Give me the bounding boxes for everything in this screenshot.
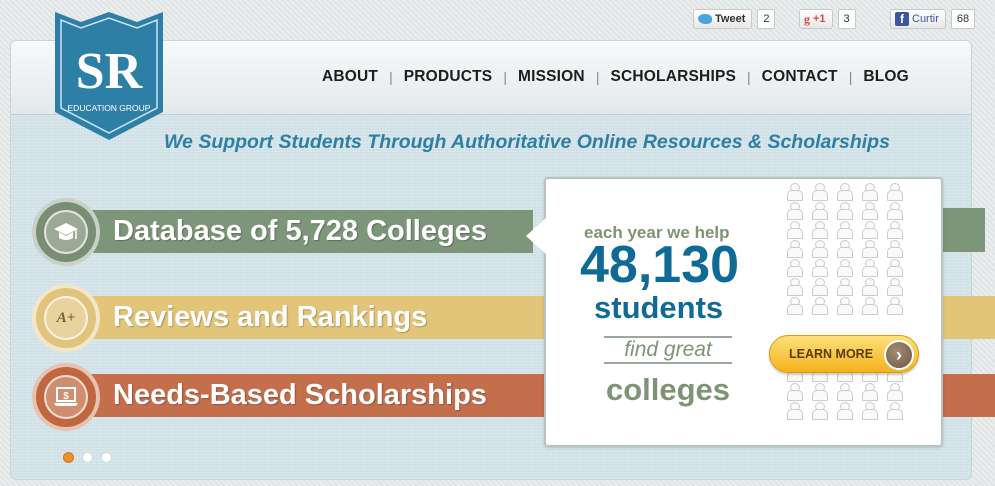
carousel-dot-2[interactable] [82, 452, 93, 463]
feature-reviews-badge: A+ [32, 284, 100, 352]
person-icon [884, 278, 904, 296]
person-icon [884, 221, 904, 239]
person-icon [834, 402, 854, 420]
person-icon [884, 183, 904, 201]
feature-scholarships-badge: $ [32, 363, 100, 431]
person-icon [784, 278, 804, 296]
nav-scholarships[interactable]: SCHOLARSHIPS [610, 68, 736, 86]
person-icon [784, 383, 804, 401]
sr-education-group-logo[interactable]: SR EDUCATION GROUP [55, 12, 163, 140]
learn-more-button[interactable]: LEARN MORE › [769, 335, 919, 373]
person-icon [809, 221, 829, 239]
nav-about[interactable]: ABOUT [322, 68, 378, 86]
person-icon [809, 240, 829, 258]
gplus-widget: g +1 3 [799, 9, 856, 29]
feature-scholarships-label: Needs-Based Scholarships [113, 379, 487, 411]
person-icon [809, 383, 829, 401]
person-icon [784, 183, 804, 201]
nav-products[interactable]: PRODUCTS [404, 68, 493, 86]
colleges-text: colleges [605, 372, 731, 407]
logo-subtitle: EDUCATION GROUP [68, 103, 151, 113]
tagline: We Support Students Through Authoritativ… [164, 131, 890, 153]
facebook-like-button[interactable]: f Curtir [890, 9, 946, 29]
stats-callout: each year we help 48,130 students find g… [544, 177, 943, 447]
nav-blog[interactable]: BLOG [863, 68, 909, 86]
gplus-label: +1 [813, 13, 826, 25]
facebook-count: 68 [950, 9, 976, 29]
logo-letters: SR [76, 43, 144, 100]
person-icon [809, 297, 829, 315]
tweet-count: 2 [757, 9, 776, 29]
person-icon [859, 297, 879, 315]
gplus-button[interactable]: g +1 [799, 9, 833, 29]
facebook-label: Curtir [912, 13, 939, 25]
tweet-button[interactable]: Tweet [693, 9, 753, 29]
person-icon [834, 383, 854, 401]
carousel-dot-3[interactable] [101, 452, 112, 463]
people-grid [784, 183, 914, 420]
person-icon [884, 202, 904, 220]
person-icon [809, 259, 829, 277]
person-icon [834, 183, 854, 201]
person-icon [834, 297, 854, 315]
feature-database-tail [940, 208, 985, 252]
person-icon [859, 221, 879, 239]
facebook-widget: f Curtir 68 [890, 9, 976, 29]
carousel-dot-1[interactable] [63, 452, 74, 463]
gplus-count: 3 [837, 9, 856, 29]
chevron-right-icon: › [884, 340, 914, 370]
a-plus-grade-icon: A+ [44, 296, 88, 340]
person-icon [809, 278, 829, 296]
person-icon [834, 202, 854, 220]
person-icon [884, 402, 904, 420]
nav-mission[interactable]: MISSION [518, 68, 585, 86]
person-icon [859, 240, 879, 258]
person-icon [784, 297, 804, 315]
person-icon [809, 402, 829, 420]
person-icon [859, 183, 879, 201]
main-nav: ABOUT | PRODUCTS | MISSION | SCHOLARSHIP… [322, 68, 909, 86]
person-icon [834, 240, 854, 258]
nav-contact[interactable]: CONTACT [762, 68, 838, 86]
person-icon [884, 383, 904, 401]
person-icon [784, 221, 804, 239]
person-icon [884, 240, 904, 258]
person-icon [884, 259, 904, 277]
person-icon [809, 183, 829, 201]
tweet-label: Tweet [715, 13, 746, 25]
tweet-widget: Tweet 2 [693, 9, 776, 29]
person-icon [859, 402, 879, 420]
person-icon [859, 259, 879, 277]
person-icon [784, 259, 804, 277]
person-icon [784, 240, 804, 258]
feature-database-badge [32, 198, 100, 266]
find-great-text: find great [604, 336, 732, 364]
carousel-dots [63, 452, 112, 463]
person-icon [784, 402, 804, 420]
person-icon [834, 278, 854, 296]
facebook-icon: f [895, 12, 909, 26]
person-icon [834, 259, 854, 277]
person-icon [784, 202, 804, 220]
svg-text:$: $ [63, 391, 69, 402]
person-icon [809, 202, 829, 220]
google-plus-icon: g [804, 11, 810, 26]
laptop-dollar-icon: $ [44, 375, 88, 419]
person-icon [859, 202, 879, 220]
twitter-bird-icon [698, 14, 712, 24]
callout-pointer [526, 218, 546, 254]
graduation-cap-icon [44, 210, 88, 254]
feature-reviews-label: Reviews and Rankings [113, 301, 428, 333]
person-icon [859, 383, 879, 401]
feature-database-label: Database of 5,728 Colleges [113, 215, 487, 247]
students-count: 48,130 [580, 236, 740, 294]
learn-more-label: LEARN MORE [789, 347, 874, 361]
person-icon [834, 221, 854, 239]
students-text: students [594, 290, 724, 325]
feature-database[interactable]: Database of 5,728 Colleges [43, 210, 533, 253]
person-icon [884, 297, 904, 315]
person-icon [859, 278, 879, 296]
